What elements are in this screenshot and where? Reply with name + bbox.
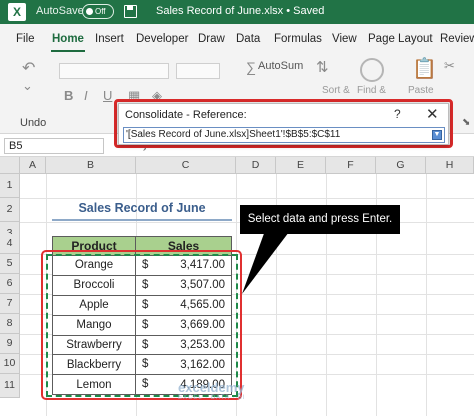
tab-draw[interactable]: Draw [198,33,225,45]
reference-input[interactable]: '[Sales Record of June.xlsx]Sheet1'!$B$5… [123,127,445,143]
highlight-box [41,250,242,400]
callout-pointer [242,228,292,294]
title-underline [52,219,232,221]
excel-logo-icon: X [8,3,26,21]
font-name-select[interactable] [59,63,169,79]
sort-filter-icon[interactable]: ⇅ [316,58,329,76]
paste-button[interactable]: Paste [408,85,434,96]
autosum-button[interactable]: AutoSum [258,60,303,72]
column-header[interactable]: B [46,157,136,174]
tab-developer[interactable]: Developer [136,33,188,45]
close-button[interactable]: ✕ [426,105,439,123]
document-title: Sales Record of June.xlsx • Saved [156,5,325,17]
dialog-launcher-icon[interactable]: ⬊ [462,117,470,128]
undo-group-label: Undo [20,117,47,129]
sort-filter-button[interactable]: Sort & [322,85,350,96]
tab-file[interactable]: File [16,33,35,45]
row-header[interactable]: 6 [0,274,20,294]
column-header[interactable]: H [426,157,474,174]
reference-value: '[Sales Record of June.xlsx]Sheet1'!$B$5… [126,129,341,140]
undo-icon[interactable]: ↶ [22,58,35,78]
column-header[interactable]: F [326,157,376,174]
save-icon[interactable] [124,5,137,18]
name-box[interactable]: B5 [4,138,104,154]
row-header[interactable]: 4 [0,234,20,254]
tab-home[interactable]: Home [51,33,85,52]
paste-icon[interactable]: 📋 [412,56,437,81]
ribbon-tabs: File Home Insert Developer Draw Data For… [0,24,474,54]
column-header[interactable]: A [20,157,46,174]
column-header[interactable]: C [136,157,236,174]
help-button[interactable]: ? [394,107,401,121]
dialog-title: Consolidate - Reference: [125,109,247,121]
row-header[interactable]: 8 [0,314,20,334]
grid-line [426,174,427,416]
tab-review[interactable]: Review [440,33,474,45]
watermark-tagline: EXCEL · DATA · BI [178,395,246,401]
consolidate-reference-dialog: Consolidate - Reference: ? ✕ '[Sales Rec… [118,103,449,145]
tab-insert[interactable]: Insert [95,33,124,45]
tab-data[interactable]: Data [236,33,260,45]
find-select-button[interactable]: Find & [357,85,386,96]
column-header[interactable]: E [276,157,326,174]
row-header[interactable]: 5 [0,254,20,274]
sheet-title[interactable]: Sales Record of June [52,197,232,219]
column-header[interactable]: G [376,157,426,174]
row-header[interactable]: 2 [0,198,20,222]
column-header[interactable]: D [236,157,276,174]
font-size-select[interactable] [176,63,220,79]
bold-icon[interactable]: B [64,88,73,103]
watermark-brand: exceldemy [178,380,245,395]
watermark-logo: exceldemy EXCEL · DATA · BI [178,380,246,401]
chevron-down-icon[interactable]: ⌄ [22,78,33,94]
cut-icon[interactable]: ✂ [444,58,455,74]
select-all-corner[interactable] [0,157,20,174]
find-select-icon[interactable] [360,58,384,82]
row-header[interactable]: 11 [0,374,20,398]
autosum-icon[interactable]: ∑ [246,59,256,75]
tab-formulas[interactable]: Formulas [274,33,322,45]
row-header[interactable]: 1 [0,174,20,198]
row-header[interactable]: 10 [0,354,20,374]
tab-view[interactable]: View [332,33,357,45]
underline-icon[interactable]: U [103,88,112,103]
italic-icon[interactable]: I [84,88,88,103]
tab-page-layout[interactable]: Page Layout [368,33,433,45]
autosave-label: AutoSave [36,5,84,17]
autosave-toggle[interactable]: Off [82,4,114,19]
row-header[interactable]: 7 [0,294,20,314]
title-bar: X AutoSave Off Sales Record of June.xlsx… [0,0,474,24]
expand-dialog-icon[interactable]: ▼ [432,130,442,140]
row-header[interactable]: 9 [0,334,20,354]
